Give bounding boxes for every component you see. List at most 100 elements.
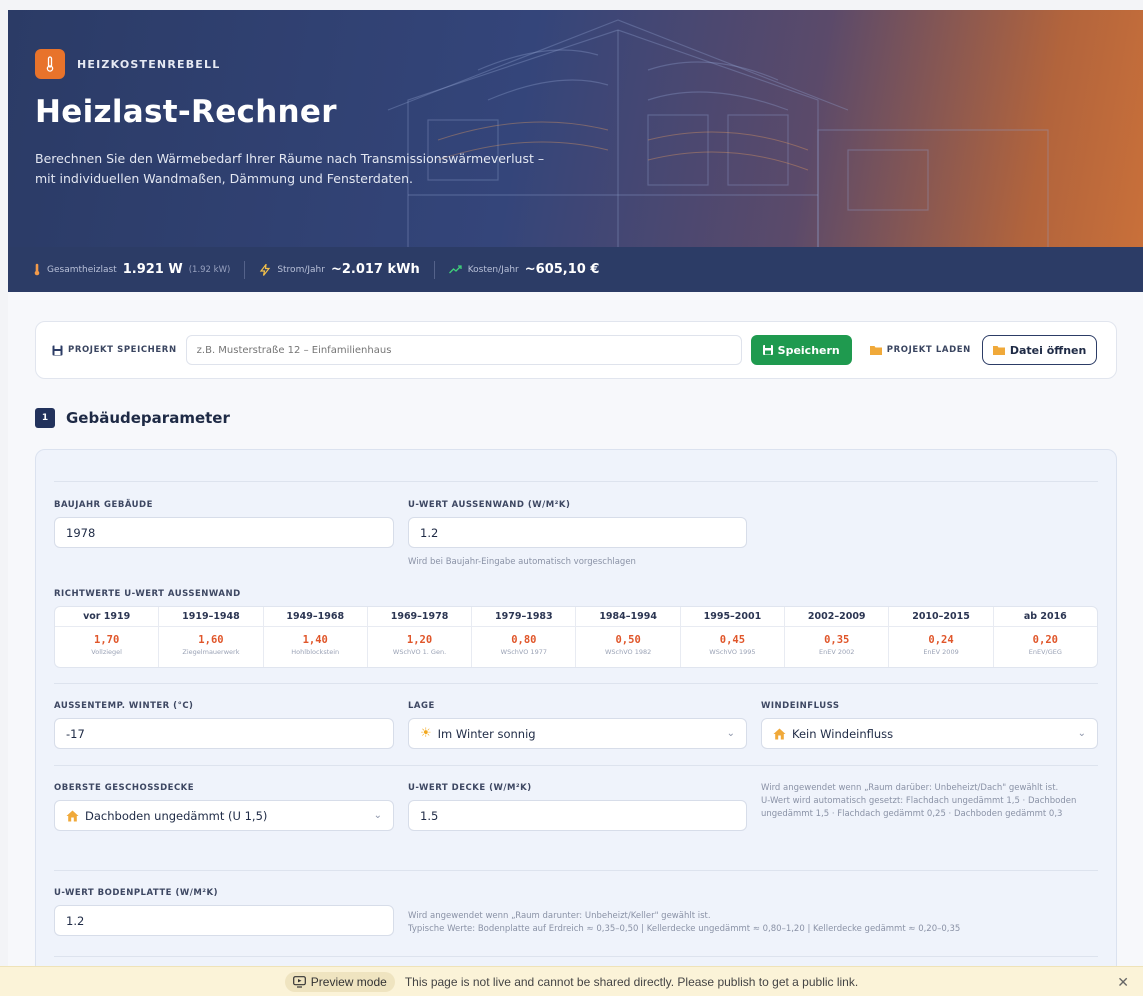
project-bar: PROJEKT SPEICHERN Speichern PROJEKT LADE… bbox=[35, 321, 1117, 379]
hero-header: HEIZKOSTENREBELL Heizlast-Rechner Berech… bbox=[8, 10, 1143, 247]
open-file-button[interactable]: Datei öffnen bbox=[981, 335, 1098, 365]
project-name-input[interactable] bbox=[185, 335, 742, 365]
stat-value: ~605,10 € bbox=[524, 262, 600, 277]
u-wall-label: U-WERT AUSSENWAND (W/M²K) bbox=[408, 500, 571, 510]
u-description: Hohlblockstein bbox=[291, 648, 340, 656]
close-icon[interactable]: ✕ bbox=[1117, 974, 1129, 991]
stat-value: 1.921 W bbox=[122, 262, 183, 277]
house-illustration bbox=[387, 19, 1049, 247]
brand: HEIZKOSTENREBELL bbox=[35, 49, 220, 79]
u-year: 1984–1994 bbox=[576, 607, 680, 627]
thermometer-icon bbox=[34, 263, 40, 276]
u-description: WSchVO 1. Gen. bbox=[392, 648, 447, 656]
project-save-label-text: PROJEKT SPEICHERN bbox=[68, 345, 177, 355]
stat-label: Kosten/Jahr bbox=[467, 264, 519, 275]
trending-up-icon bbox=[448, 265, 462, 274]
stat-cost-year: Kosten/Jahr ~605,10 € bbox=[448, 262, 600, 277]
u-value-column: 1995–2001 0,45 WSchVO 1995 bbox=[680, 607, 786, 667]
floor-hint: Wird angewendet wenn „Raum darunter: Unb… bbox=[408, 911, 961, 934]
ceiling-select[interactable]: Dachboden ungedämmt (U 1,5) ⌄ bbox=[54, 800, 394, 831]
u-value: 0,45 bbox=[719, 634, 746, 646]
building-parameters-card: BAUJAHR GEBÄUDE 1978 U-WERT AUSSENWAND (… bbox=[35, 449, 1117, 996]
location-value: Im Winter sonnig bbox=[437, 726, 536, 741]
save-button[interactable]: Speichern bbox=[750, 335, 852, 365]
u-ceiling-input[interactable]: 1.5 bbox=[408, 800, 747, 831]
u-value: 1,70 bbox=[94, 634, 120, 646]
section-number: 1 bbox=[35, 408, 55, 428]
u-floor-label: U-WERT BODENPLATTE (W/M²K) bbox=[54, 888, 218, 898]
wind-selected: Kein Windeinfluss bbox=[773, 727, 893, 741]
page-description: Berechnen Sie den Wärmebedarf Ihrer Räum… bbox=[35, 151, 545, 186]
u-value-column: ab 2016 0,20 EnEV/GEG bbox=[993, 607, 1097, 667]
baujahr-label: BAUJAHR GEBÄUDE bbox=[54, 500, 153, 510]
brand-name: HEIZKOSTENREBELL bbox=[77, 57, 221, 71]
ceiling-selected: Dachboden ungedämmt (U 1,5) bbox=[66, 809, 267, 823]
u-value-column: 1984–1994 0,50 WSchVO 1982 bbox=[576, 607, 681, 667]
stat-label: Gesamtheizlast bbox=[47, 264, 117, 275]
u-value: 0,50 bbox=[615, 634, 641, 646]
u-floor-value: 1.2 bbox=[66, 913, 85, 928]
page-title: Heizlast-Rechner bbox=[35, 94, 337, 130]
stat-power-year: Strom/Jahr ~2.017 kWh bbox=[259, 262, 420, 277]
u-floor-input[interactable]: 1.2 bbox=[54, 905, 394, 936]
sun-icon: ☀ bbox=[420, 726, 432, 741]
location-select[interactable]: ☀ Im Winter sonnig ⌄ bbox=[408, 718, 747, 749]
preview-mode-label: Preview mode bbox=[310, 974, 387, 989]
stat-value: ~2.017 kWh bbox=[330, 262, 420, 277]
u-description: WSchVO 1977 bbox=[500, 648, 547, 656]
project-load-label-text: PROJEKT LADEN bbox=[886, 345, 971, 355]
u-value: 0,20 bbox=[1032, 634, 1058, 646]
divider bbox=[54, 683, 1098, 684]
u-value: 0,24 bbox=[928, 634, 954, 646]
u-value-column: 2002–2009 0,35 EnEV 2002 bbox=[785, 607, 890, 667]
stat-sub: (1.92 kW) bbox=[188, 264, 231, 275]
u-value-column: 1969–1978 1,20 WSchVO 1. Gen. bbox=[367, 607, 473, 667]
divider bbox=[54, 956, 1098, 957]
preview-banner: Preview mode This page is not live and c… bbox=[0, 966, 1143, 996]
u-ceiling-label: U-WERT DECKE (W/M²K) bbox=[408, 783, 532, 793]
location-selected: ☀ Im Winter sonnig bbox=[420, 726, 536, 741]
divider bbox=[244, 260, 246, 279]
outside-temp-input[interactable]: -17 bbox=[54, 718, 394, 749]
u-description: Ziegelmauerwerk bbox=[182, 648, 240, 656]
preview-text: This page is not live and cannot be shar… bbox=[404, 974, 859, 989]
stat-total-heat-load: Gesamtheizlast 1.921 W (1.92 kW) bbox=[33, 262, 230, 277]
baujahr-value: 1978 bbox=[66, 525, 96, 540]
u-wall-input[interactable]: 1.2 bbox=[408, 517, 747, 548]
section-header: 1 Gebäudeparameter bbox=[35, 408, 230, 428]
u-value: 1,40 bbox=[302, 634, 328, 646]
u-year: 1995–2001 bbox=[680, 607, 785, 627]
chevron-down-icon: ⌄ bbox=[726, 728, 735, 739]
u-value: 1,60 bbox=[198, 634, 224, 646]
u-year: 2010–2015 bbox=[889, 607, 993, 627]
divider bbox=[433, 260, 435, 279]
u-description: EnEV 2009 bbox=[923, 648, 959, 656]
preview-icon bbox=[292, 975, 306, 988]
stats-bar: Gesamtheizlast 1.921 W (1.92 kW) Strom/J… bbox=[8, 247, 1143, 292]
u-value-column: 1979–1983 0,80 WSchVO 1977 bbox=[472, 607, 577, 667]
thermometer-icon bbox=[35, 49, 65, 79]
baujahr-input[interactable]: 1978 bbox=[54, 517, 394, 548]
open-file-button-label: Datei öffnen bbox=[1009, 343, 1087, 357]
u-value-reference-table: vor 1919 1,70 Vollziegel 1919–1948 1,60 Ziege… bbox=[54, 606, 1098, 668]
u-year: 2002–2009 bbox=[785, 607, 889, 627]
u-description: WSchVO 1982 bbox=[604, 648, 652, 656]
wind-value: Kein Windeinfluss bbox=[792, 726, 894, 741]
ceiling-value: Dachboden ungedämmt (U 1,5) bbox=[85, 808, 268, 823]
folder-icon bbox=[992, 346, 1005, 355]
u-wall-hint: Wird bei Baujahr-Eingabe automatisch vor… bbox=[408, 557, 636, 567]
u-year: 1969–1978 bbox=[367, 607, 472, 627]
save-button-label: Speichern bbox=[777, 343, 840, 357]
u-value-column: vor 1919 1,70 Vollziegel bbox=[55, 607, 160, 667]
u-description: Vollziegel bbox=[91, 648, 122, 656]
wind-label: WINDEINFLUSS bbox=[761, 701, 840, 711]
u-year: ab 2016 bbox=[993, 607, 1097, 627]
wind-select[interactable]: Kein Windeinfluss ⌄ bbox=[761, 718, 1098, 749]
u-value: 0,80 bbox=[511, 634, 537, 646]
project-load-label: PROJEKT LADEN bbox=[869, 345, 971, 355]
u-value-column: 1919–1948 1,60 Ziegelmauerwerk bbox=[159, 607, 264, 667]
location-label: LAGE bbox=[408, 701, 435, 711]
app-frame: HEIZKOSTENREBELL Heizlast-Rechner Berech… bbox=[8, 10, 1143, 996]
ceiling-label: OBERSTE GESCHOSSDECKE bbox=[54, 783, 195, 793]
u-year: 1979–1983 bbox=[472, 607, 576, 627]
